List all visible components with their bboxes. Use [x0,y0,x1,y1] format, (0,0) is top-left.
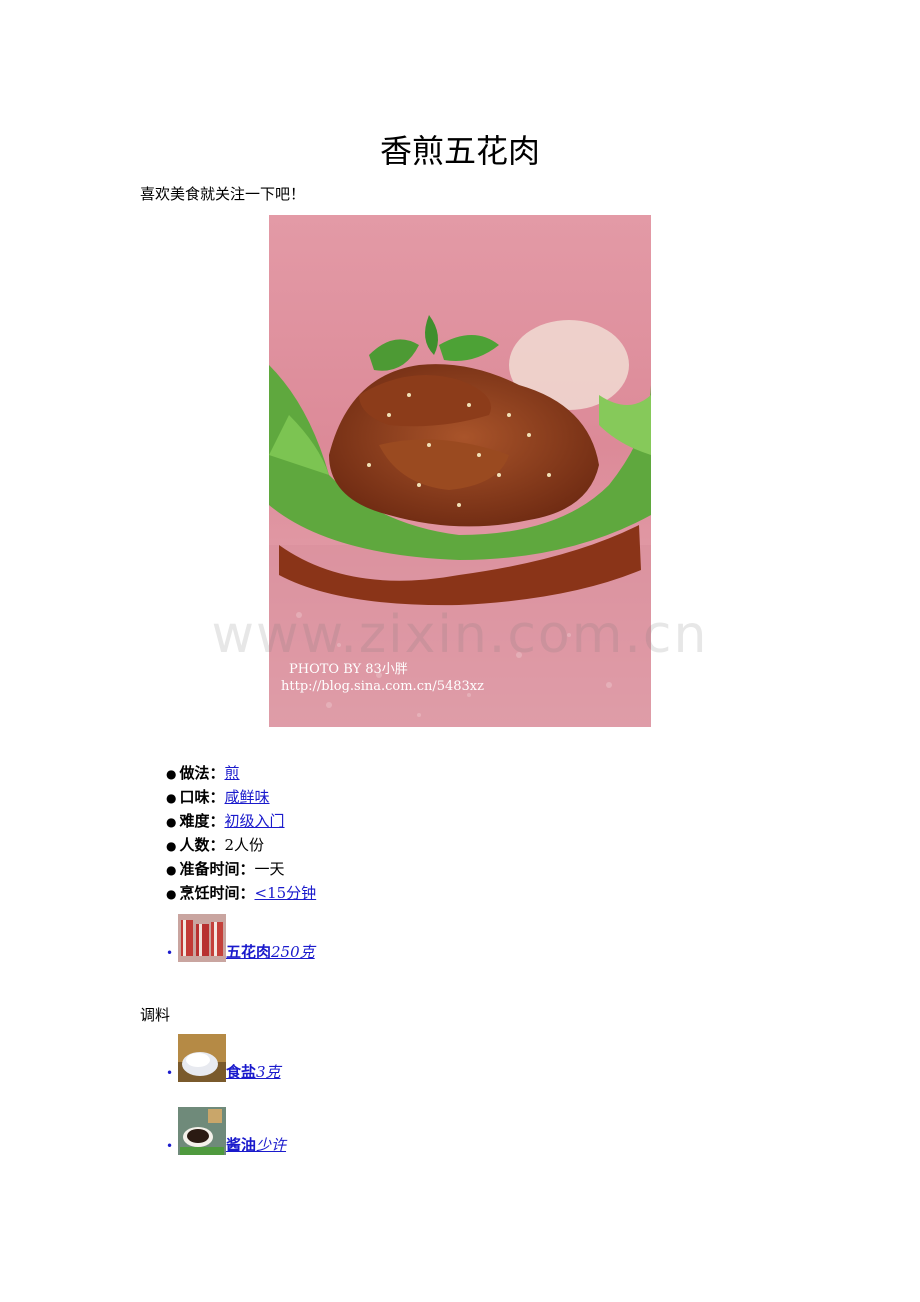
meta-servings: ● 人数：2人份 [166,836,265,854]
meta-prep-time-value: 一天 [254,860,285,878]
main-ingredient-link[interactable]: • 五花肉250克 [166,914,315,962]
recipe-meta-list: ● 做法：煎 ● 口味：咸鲜味 ● 难度：初级入门 ● 人数：2人份 ● 准备时间：一天 … [166,761,316,905]
seasoning-item: • 酱油少许 [166,1107,286,1155]
seasoning-name-soy-sauce: 酱油 [226,1136,257,1154]
main-ingredient-amount: 250克 [271,943,315,961]
meta-prep-time: ● 准备时间：一天 [166,860,285,878]
salt-thumbnail [178,1034,226,1082]
seasoning-heading: 调料 [140,1006,171,1024]
seasoning-amount-salt: 3克 [256,1063,281,1081]
seasoning-link-soy-sauce[interactable]: • 酱油少许 [166,1107,287,1155]
intro-text: 喜欢美食就关注一下吧！ [140,185,306,203]
seasoning-link-salt[interactable]: • 食盐3克 [166,1034,281,1082]
main-ingredient-name: 五花肉 [226,943,272,961]
meta-cook-time: ● 烹饪时间：<15分钟 [166,884,317,902]
watermark: www.zixin.com.cn [211,605,709,665]
meta-method: ● 做法：煎 [166,764,240,782]
meta-method-link[interactable]: 煎 [225,764,240,782]
meta-taste-link[interactable]: 咸鲜味 [225,788,270,806]
seasoning-item: • 食盐3克 [166,1034,281,1082]
meta-difficulty-link[interactable]: 初级入门 [225,812,285,830]
soy-sauce-thumbnail [178,1107,226,1155]
main-ingredient-item: • 五花肉250克 [166,914,315,962]
meta-cook-time-link[interactable]: <15分钟 [255,884,317,902]
meta-taste: ● 口味：咸鲜味 [166,788,270,806]
meta-servings-value: 2人份 [224,836,265,854]
seasoning-name-salt: 食盐 [226,1063,257,1081]
seasoning-amount-soy-sauce: 少许 [256,1136,287,1154]
page-title: 香煎五花肉 [379,132,540,170]
photo-caption-line2: http://blog.sina.com.cn/5483xz [281,679,484,694]
pork-belly-thumbnail [178,914,226,962]
meta-difficulty: ● 难度：初级入门 [166,812,285,830]
